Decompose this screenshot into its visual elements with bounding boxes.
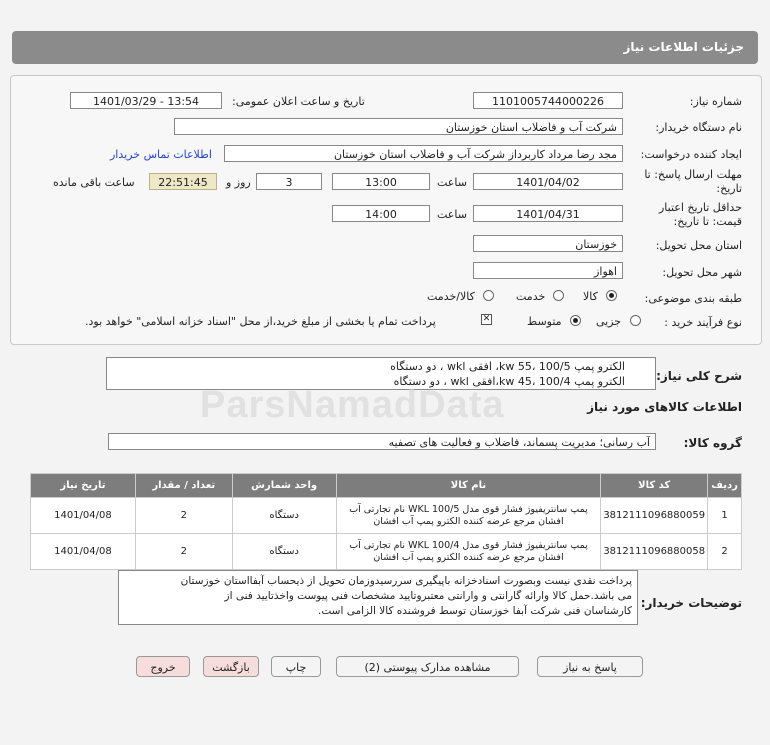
category-goods-radio[interactable] xyxy=(606,290,617,301)
treasury-payment-checkbox[interactable]: ✕ xyxy=(481,314,492,325)
category-label: طبقه بندی موضوعی: xyxy=(644,292,742,305)
buyer-label: نام دستگاه خریدار: xyxy=(655,121,742,134)
contact-buyer-link[interactable]: اطلاعات تماس خریدار xyxy=(110,148,212,161)
cell-name: پمپ سانتریفیوژ فشار قوی مدل WKL 100/4 نا… xyxy=(335,533,602,570)
validity-label: حداقل تاریخ اعتبار xyxy=(658,201,742,214)
creator-field: مجد رضا مرداد کاربرداز شرکت آب و فاضلاب … xyxy=(224,145,623,162)
table-row: 1401/04/08 2 دستگاه پمپ سانتریفیوژ فشار … xyxy=(30,497,742,534)
goods-group-field: آب رسانی؛ مدیریت پسماند، فاضلاب و فعالیت… xyxy=(108,433,656,450)
city-field: اهواز xyxy=(473,262,623,279)
process-partial-label: جزیی xyxy=(596,315,622,328)
category-goods-label: کالا xyxy=(583,290,598,303)
need-number-label: شماره نیاز: xyxy=(689,95,742,108)
watermark: ParsNamadData xyxy=(200,384,505,426)
category-service-label: خدمت xyxy=(516,290,546,303)
process-partial-radio[interactable] xyxy=(630,315,641,326)
print-button[interactable]: چاپ xyxy=(271,656,321,677)
cell-code: 3812111096880058 xyxy=(600,533,709,570)
reply-button[interactable]: پاسخ به نیاز xyxy=(537,656,643,677)
deadline-date-field: 1401/04/02 xyxy=(473,173,623,190)
validity-time-label: ساعت xyxy=(437,208,467,221)
view-attachments-button[interactable]: مشاهده مدارک پیوستی (2) xyxy=(336,656,519,677)
need-number-field: 1101005744000226 xyxy=(473,92,623,109)
summary-line-1: الکترو پمپ kw 55، 100/5، افقی wkl ، دو د… xyxy=(390,360,625,373)
treasury-payment-note: پرداخت تمام یا بخشی از مبلغ خرید،از محل … xyxy=(85,315,436,328)
remaining-time-field: 22:51:45 xyxy=(149,173,217,190)
cell-date: 1401/04/08 xyxy=(30,497,136,534)
col-row: ردیف xyxy=(707,473,742,498)
deadline-time-field: 13:00 xyxy=(332,173,430,190)
cell-code: 3812111096880059 xyxy=(600,497,709,534)
back-button[interactable]: بازگشت xyxy=(203,656,259,677)
cell-unit: دستگاه xyxy=(231,533,337,570)
announce-label: تاریخ و ساعت اعلان عمومی: xyxy=(232,95,365,108)
table-row: 1401/04/08 2 دستگاه پمپ سانتریفیوژ فشار … xyxy=(30,533,742,570)
province-field: خوزستان xyxy=(473,235,623,252)
goods-group-label: گروه کالا: xyxy=(683,436,742,450)
buyer-notes-line-1: پرداخت نقدی نیست وبصورت اسنادخزانه باپیگ… xyxy=(180,575,632,587)
exit-button[interactable]: خروج xyxy=(136,656,190,677)
cell-name: پمپ سانتریفیوژ فشار قوی مدل WKL 100/5 نا… xyxy=(335,497,602,534)
deadline-time-label: ساعت xyxy=(437,176,467,189)
process-medium-label: متوسط xyxy=(527,315,562,328)
page-header: جزئیات اطلاعات نیاز xyxy=(12,31,758,64)
col-goods-code: کد کالا xyxy=(600,473,709,498)
cell-qty: 2 xyxy=(134,497,233,534)
col-goods-name: نام کالا xyxy=(335,473,602,498)
buyer-notes-line-3: کارشناسان فنی شرکت آبفا خوزستان توسط فرو… xyxy=(318,605,632,617)
creator-label: ایجاد کننده درخواست: xyxy=(640,148,742,161)
province-label: استان محل تحویل: xyxy=(655,239,742,252)
goods-section-title: اطلاعات کالاهای مورد نیاز xyxy=(587,400,742,414)
cell-name-line-1: پمپ سانتریفیوژ فشار قوی مدل WKL 100/4 نا… xyxy=(349,539,588,551)
cell-unit: دستگاه xyxy=(231,497,337,534)
deadline-label: مهلت ارسال پاسخ: تا xyxy=(644,168,742,181)
col-need-date: تاریخ نیاز xyxy=(30,473,136,498)
validity-label-2: قیمت: تا تاریخ: xyxy=(673,215,742,228)
validity-date-field: 1401/04/31 xyxy=(473,205,623,222)
days-label: روز و xyxy=(226,176,251,189)
category-service-radio[interactable] xyxy=(553,290,564,301)
cell-name-line-2: افشان مرجع عرضه کننده الکترو پمپ آب افشا… xyxy=(373,551,564,563)
goods-table: تاریخ نیاز تعداد / مقدار واحد شمارش نام … xyxy=(30,473,742,570)
buyer-field: شرکت آب و فاضلاب استان خوزستان xyxy=(174,118,623,135)
col-unit: واحد شمارش xyxy=(231,473,337,498)
process-medium-radio[interactable] xyxy=(570,315,581,326)
cell-qty: 2 xyxy=(134,533,233,570)
buyer-notes-box: پرداخت نقدی نیست وبصورت اسنادخزانه باپیگ… xyxy=(118,570,638,625)
cell-name-line-2: افشان مرجع عرضه کننده الکترو پمپ آب افشا… xyxy=(373,515,564,527)
summary-label: شرح کلی نیاز: xyxy=(656,369,742,383)
announce-field: 1401/03/29 - 13:54 xyxy=(70,92,222,109)
days-field: 3 xyxy=(256,173,322,190)
validity-time-field: 14:00 xyxy=(332,205,430,222)
deadline-label-2: تاریخ: xyxy=(716,182,742,195)
buyer-notes-label: توضیحات خریدار: xyxy=(640,596,742,610)
buyer-notes-line-2: می باشد.حمل کالا وارائه گارانتی و وارانت… xyxy=(224,590,632,602)
process-label: نوع فرآیند خرید : xyxy=(664,316,742,329)
cell-name-line-1: پمپ سانتریفیوژ فشار قوی مدل WKL 100/5 نا… xyxy=(349,503,588,515)
remaining-label: ساعت باقی مانده xyxy=(53,176,135,189)
cell-idx: 1 xyxy=(707,497,742,534)
cell-idx: 2 xyxy=(707,533,742,570)
cell-date: 1401/04/08 xyxy=(30,533,136,570)
category-both-radio[interactable] xyxy=(483,290,494,301)
page-title: جزئیات اطلاعات نیاز xyxy=(623,40,744,54)
city-label: شهر محل تحویل: xyxy=(662,266,742,279)
category-both-label: کالا/خدمت xyxy=(427,290,475,303)
col-quantity: تعداد / مقدار xyxy=(134,473,233,498)
